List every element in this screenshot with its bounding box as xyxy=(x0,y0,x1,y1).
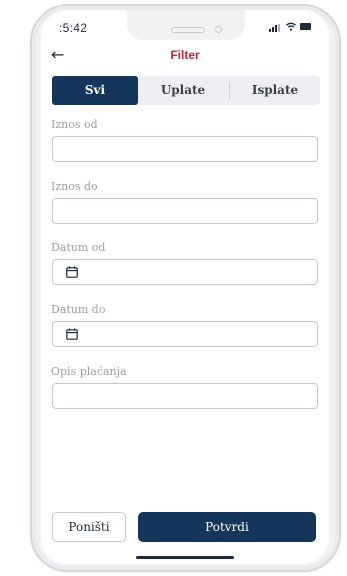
date-to-field[interactable] xyxy=(52,321,318,347)
status-time: :5:42 xyxy=(59,21,88,35)
amount-to-label: Iznos do xyxy=(51,180,98,193)
bottom-actions: Poništi Potvrdi xyxy=(41,512,329,546)
tab-payments-in[interactable]: Uplate xyxy=(138,76,228,105)
date-to-label: Datum do xyxy=(51,303,106,316)
amount-from-label: Iznos od xyxy=(51,118,98,131)
app-screen: :5:42 ← Filter Svi Uplate Isplate Iznos … xyxy=(41,10,329,564)
cancel-button[interactable]: Poništi xyxy=(52,512,126,542)
calendar-icon xyxy=(66,266,78,278)
signal-icon xyxy=(269,24,283,32)
calendar-icon xyxy=(66,328,78,340)
battery-icon xyxy=(300,23,311,30)
amount-from-field[interactable] xyxy=(52,136,318,162)
notch xyxy=(127,10,245,40)
amount-to-field[interactable] xyxy=(52,198,318,224)
date-from-label: Datum od xyxy=(51,241,106,254)
date-from-field[interactable] xyxy=(52,259,318,285)
confirm-button[interactable]: Potvrdi xyxy=(138,512,316,542)
page-title: Filter xyxy=(170,48,200,62)
description-field[interactable] xyxy=(52,383,318,409)
tab-payments-out[interactable]: Isplate xyxy=(230,76,320,105)
description-label: Opis plaćanja xyxy=(51,365,127,378)
header: ← Filter xyxy=(41,44,329,70)
wifi-icon xyxy=(286,22,296,31)
segment-control: Svi Uplate Isplate xyxy=(52,76,320,105)
camera-icon xyxy=(215,26,222,33)
home-indicator xyxy=(136,556,234,559)
tab-all[interactable]: Svi xyxy=(52,76,138,105)
speaker-icon xyxy=(171,27,205,33)
